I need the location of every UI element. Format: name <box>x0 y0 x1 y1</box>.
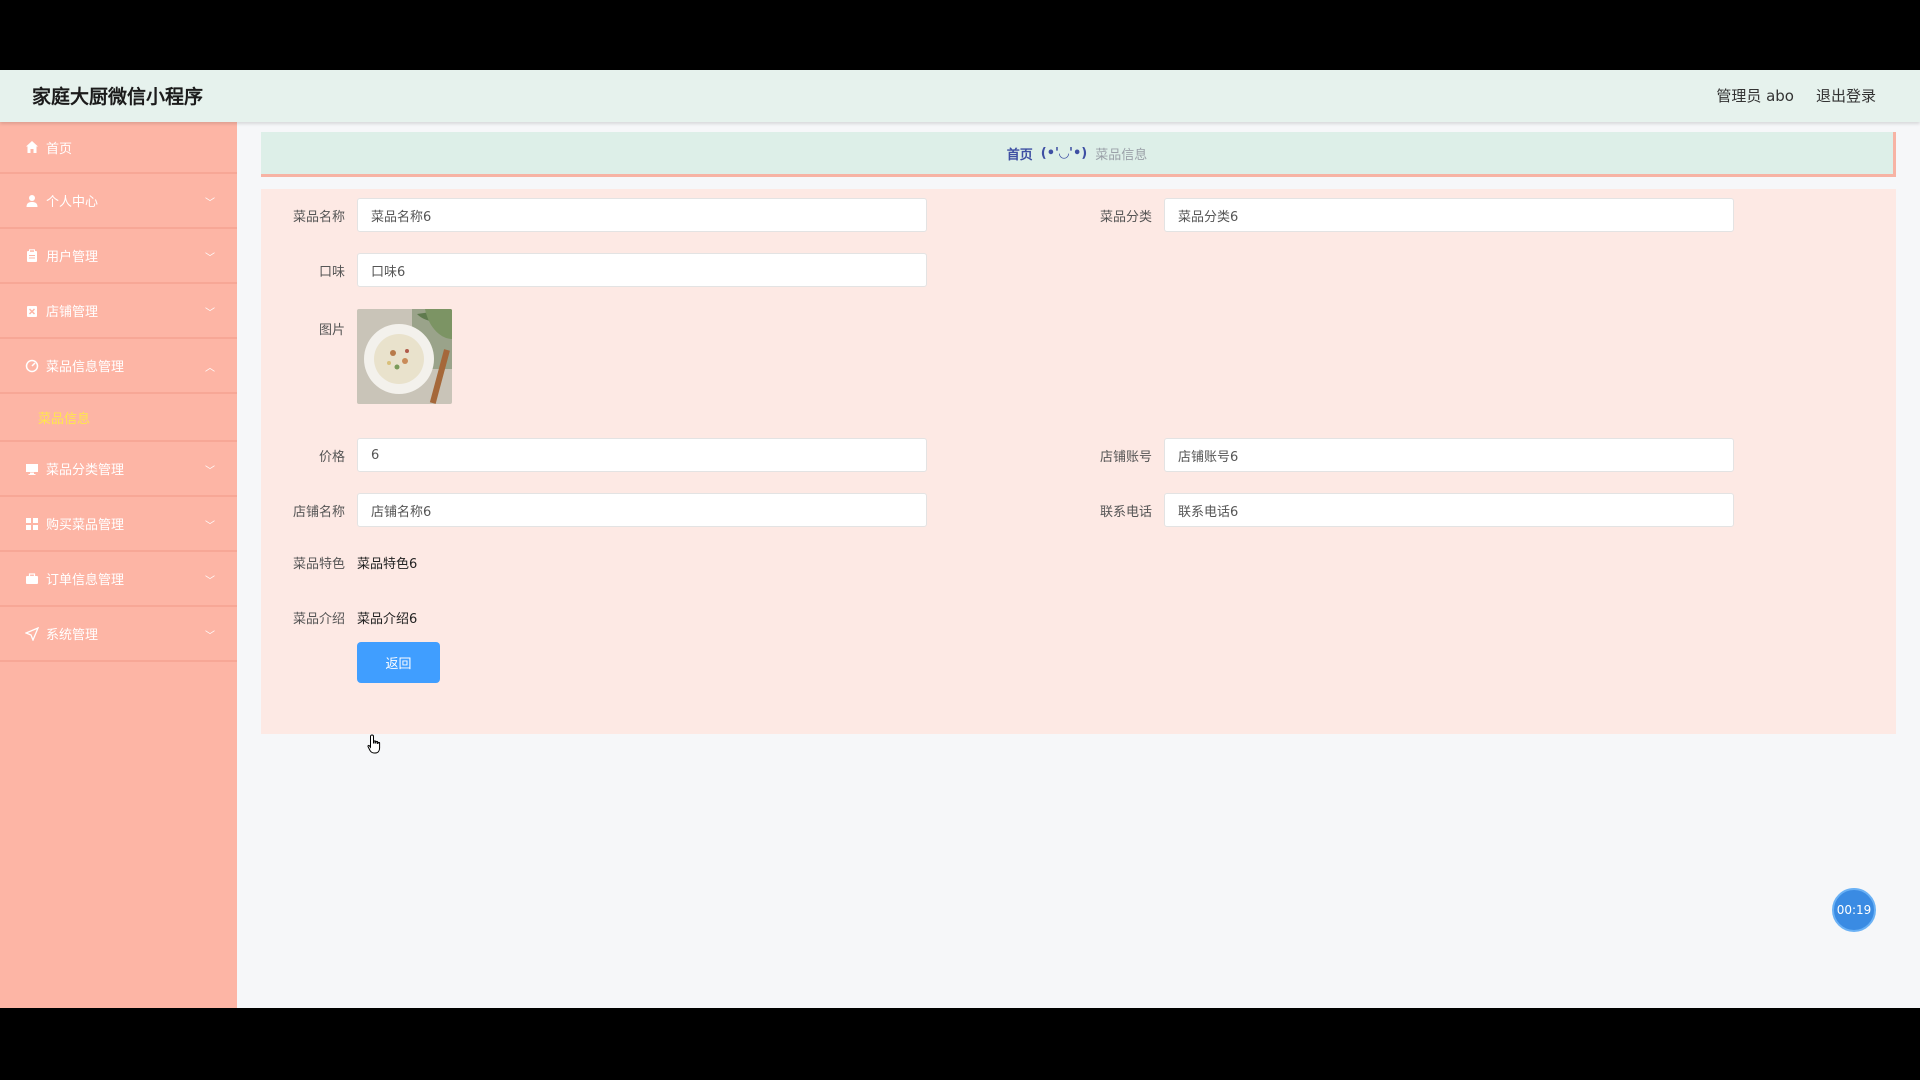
chevron-down-icon: ﹀ <box>205 466 215 477</box>
form-row-picture: 图片 <box>269 309 452 404</box>
sidebar-item-system-management[interactable]: 系统管理 ﹀ <box>0 607 237 662</box>
hand-cursor-icon <box>367 734 383 758</box>
user-icon <box>24 193 39 208</box>
breadcrumb-current: 菜品信息 <box>1095 147 1148 163</box>
sidebar-item-user-management[interactable]: 用户管理 ﹀ <box>0 229 237 284</box>
sidebar-item-home[interactable]: 首页 <box>0 122 237 174</box>
shop-account-label: 店铺账号 <box>1099 449 1152 465</box>
price-field[interactable] <box>357 438 927 472</box>
form-row-feature: 菜品特色 菜品特色6 <box>269 553 417 572</box>
form-row-price: 价格 <box>269 438 927 472</box>
form-row-flavor: 口味 <box>269 253 927 287</box>
sidebar-item-label: 菜品分类管理 <box>46 463 125 478</box>
form-row-dish-category: 菜品分类 <box>1076 198 1734 232</box>
form-row-dish-name: 菜品名称 <box>269 198 927 232</box>
sidebar-item-label: 店铺管理 <box>46 305 99 320</box>
sidebar: 首页 个人中心 ﹀ 用户管理 ﹀ 店铺管理 ﹀ 菜品信息管理 ︿ 菜品信息 菜品… <box>0 122 237 1008</box>
flavor-label: 口味 <box>318 264 345 280</box>
sidebar-item-dish-info-management[interactable]: 菜品信息管理 ︿ <box>0 339 237 394</box>
chevron-down-icon: ﹀ <box>205 521 215 532</box>
grid-icon <box>24 516 39 531</box>
phone-label: 联系电话 <box>1099 504 1152 520</box>
sidebar-subitem-label: 菜品信息 <box>38 411 91 427</box>
recording-timer: 00:19 <box>1832 888 1876 932</box>
sidebar-item-label: 个人中心 <box>46 195 99 210</box>
app-window: 家庭大厨微信小程序 管理员 abo 退出登录 首页 个人中心 ﹀ 用户管理 ﹀ <box>0 70 1920 1008</box>
phone-field[interactable] <box>1164 493 1734 527</box>
intro-value: 菜品介绍6 <box>357 612 418 627</box>
form-row-actions: 返回 <box>357 642 440 683</box>
feature-label: 菜品特色 <box>292 557 345 572</box>
close-box-icon <box>24 303 39 318</box>
dish-name-label: 菜品名称 <box>292 209 345 225</box>
sidebar-item-label: 系统管理 <box>46 628 99 643</box>
chevron-down-icon: ﹀ <box>205 631 215 642</box>
dish-name-field[interactable] <box>357 198 927 232</box>
shop-account-field[interactable] <box>1164 438 1734 472</box>
intro-label: 菜品介绍 <box>292 612 345 627</box>
shop-name-field[interactable] <box>357 493 927 527</box>
clipboard-icon <box>24 248 39 263</box>
top-right-actions: 管理员 abo 退出登录 <box>1716 85 1876 106</box>
dish-category-field[interactable] <box>1164 198 1734 232</box>
feature-value: 菜品特色6 <box>357 557 418 572</box>
form-row-shop-name: 店铺名称 <box>269 493 927 527</box>
dish-photo <box>357 309 452 404</box>
breadcrumb-separator: (•'◡'•) <box>1040 145 1088 161</box>
dish-category-label: 菜品分类 <box>1099 209 1152 225</box>
back-button[interactable]: 返回 <box>357 642 440 683</box>
sidebar-item-shop-management[interactable]: 店铺管理 ﹀ <box>0 284 237 339</box>
chevron-down-icon: ﹀ <box>205 198 215 209</box>
app-title: 家庭大厨微信小程序 <box>32 86 204 108</box>
sidebar-item-label: 菜品信息管理 <box>46 360 125 375</box>
shop-name-label: 店铺名称 <box>292 504 345 520</box>
dashboard-icon <box>24 358 39 373</box>
briefcase-icon <box>24 571 39 586</box>
send-icon <box>24 626 39 641</box>
picture-label: 图片 <box>318 323 345 338</box>
home-icon <box>24 140 39 155</box>
price-label: 价格 <box>318 449 345 465</box>
breadcrumb: 首页 (•'◡'•) 菜品信息 <box>261 132 1896 177</box>
logout-link[interactable]: 退出登录 <box>1816 85 1876 106</box>
form-row-intro: 菜品介绍 菜品介绍6 <box>269 608 417 627</box>
flavor-field[interactable] <box>357 253 927 287</box>
chevron-down-icon: ﹀ <box>205 576 215 587</box>
sidebar-item-label: 购买菜品管理 <box>46 518 125 533</box>
sidebar-item-label: 用户管理 <box>46 250 99 265</box>
sidebar-item-personal-center[interactable]: 个人中心 ﹀ <box>0 174 237 229</box>
sidebar-item-order-management[interactable]: 订单信息管理 ﹀ <box>0 552 237 607</box>
sidebar-item-purchase-management[interactable]: 购买菜品管理 ﹀ <box>0 497 237 552</box>
breadcrumb-home[interactable]: 首页 <box>1007 144 1033 163</box>
top-bar: 家庭大厨微信小程序 管理员 abo 退出登录 <box>0 70 1920 122</box>
form-row-shop-account: 店铺账号 <box>1076 438 1734 472</box>
admin-username: 管理员 abo <box>1716 87 1794 105</box>
dish-detail-form: 菜品名称 菜品分类 口味 图片 <box>261 189 1896 734</box>
sidebar-subitem-dish-info[interactable]: 菜品信息 <box>0 394 237 442</box>
form-row-phone: 联系电话 <box>1076 493 1734 527</box>
main-content: 首页 (•'◡'•) 菜品信息 菜品名称 菜品分类 口味 图片 <box>237 122 1920 1008</box>
sidebar-item-label: 首页 <box>46 141 73 157</box>
sidebar-item-label: 订单信息管理 <box>46 573 125 588</box>
monitor-icon <box>24 461 39 476</box>
sidebar-item-dish-category-management[interactable]: 菜品分类管理 ﹀ <box>0 442 237 497</box>
chevron-up-icon: ︿ <box>205 363 215 374</box>
chevron-down-icon: ﹀ <box>205 253 215 264</box>
chevron-down-icon: ﹀ <box>205 308 215 319</box>
